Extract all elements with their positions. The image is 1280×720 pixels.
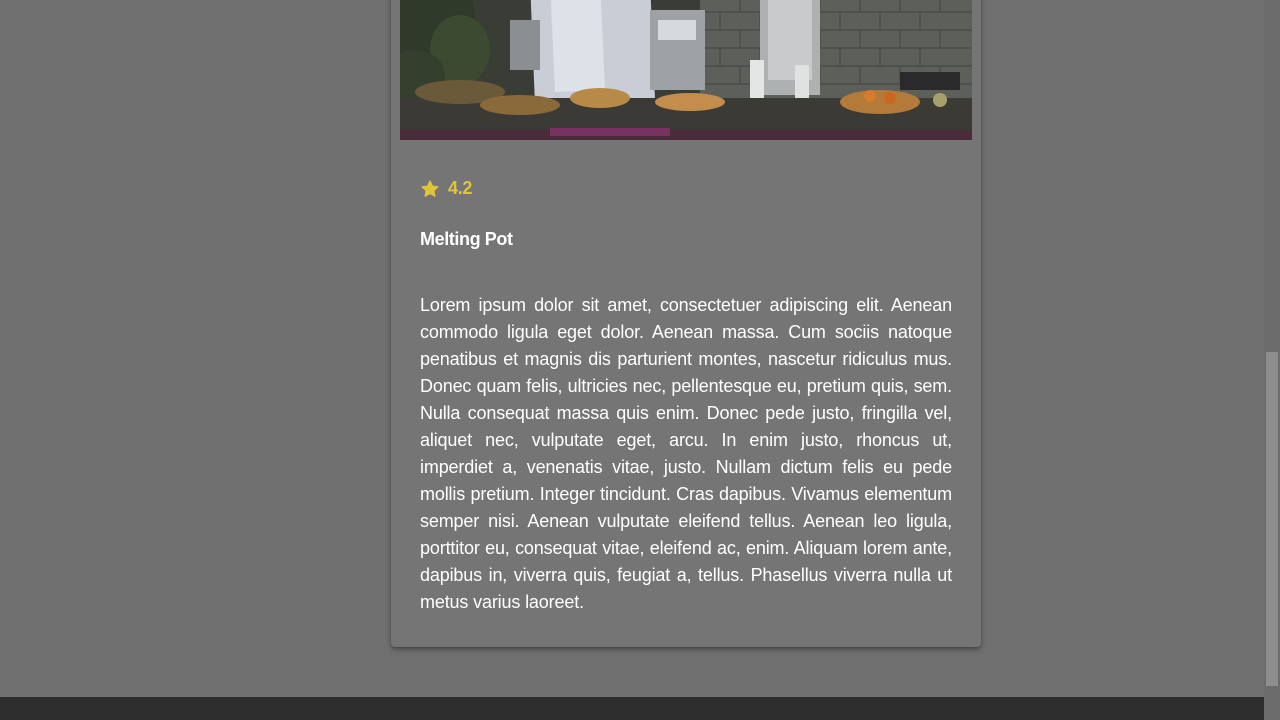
- star-icon: [420, 179, 440, 199]
- restaurant-description: Lorem ipsum dolor sit amet, consectetuer…: [420, 295, 952, 612]
- rating: 4.2: [420, 178, 472, 199]
- rating-value: 4.2: [448, 178, 473, 198]
- restaurant-card[interactable]: 4.2 Melting Pot Lorem ipsum dolor sit am…: [391, 0, 981, 647]
- restaurant-name: Melting Pot: [420, 229, 513, 249]
- restaurant-photo: [400, 0, 972, 140]
- page-footer: [0, 697, 1264, 720]
- scrollbar-thumb[interactable]: [1266, 352, 1278, 686]
- vertical-scrollbar[interactable]: [1264, 0, 1280, 720]
- page-viewport: 4.2 Melting Pot Lorem ipsum dolor sit am…: [0, 0, 1264, 720]
